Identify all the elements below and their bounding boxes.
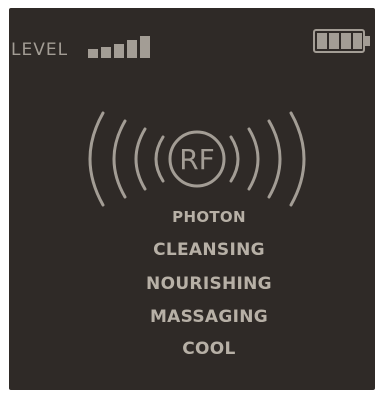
battery-cell-1 (317, 33, 327, 49)
mode-massaging: MASSAGING (149, 307, 269, 327)
wave-right-1 (229, 135, 240, 183)
rf-waves-icon: RF (88, 111, 306, 207)
mode-photon: PHOTON (172, 208, 246, 226)
wave-left-4 (88, 111, 105, 207)
battery-cell-3 (341, 33, 351, 49)
wave-left-1 (154, 135, 165, 183)
wave-right-4 (289, 111, 306, 207)
battery-cell-4 (353, 33, 362, 49)
mode-list: PHOTON CLEANSING NOURISHING MASSAGING CO… (99, 206, 319, 376)
wave-left-3 (112, 119, 127, 199)
battery-tip (365, 36, 370, 46)
device-screen: LEVEL RF PHOTON CLEANSING NOURISHING MAS… (9, 8, 375, 390)
wave-right-2 (247, 127, 260, 191)
mode-cleansing: CLEANSING (153, 240, 265, 260)
rf-text: RF (179, 143, 215, 176)
battery-icon (313, 29, 370, 53)
level-bar-3 (114, 44, 124, 58)
level-bar-4 (127, 40, 137, 58)
level-bar-1 (88, 49, 98, 58)
level-label: LEVEL (11, 40, 69, 60)
mode-cool: COOL (182, 339, 236, 359)
mode-nourishing: NOURISHING (146, 274, 272, 294)
level-bar-5 (140, 36, 150, 58)
wave-left-2 (134, 127, 147, 191)
level-bar-2 (101, 47, 111, 58)
battery-cell-2 (329, 33, 339, 49)
level-bars-icon (88, 36, 150, 58)
wave-right-3 (267, 119, 282, 199)
